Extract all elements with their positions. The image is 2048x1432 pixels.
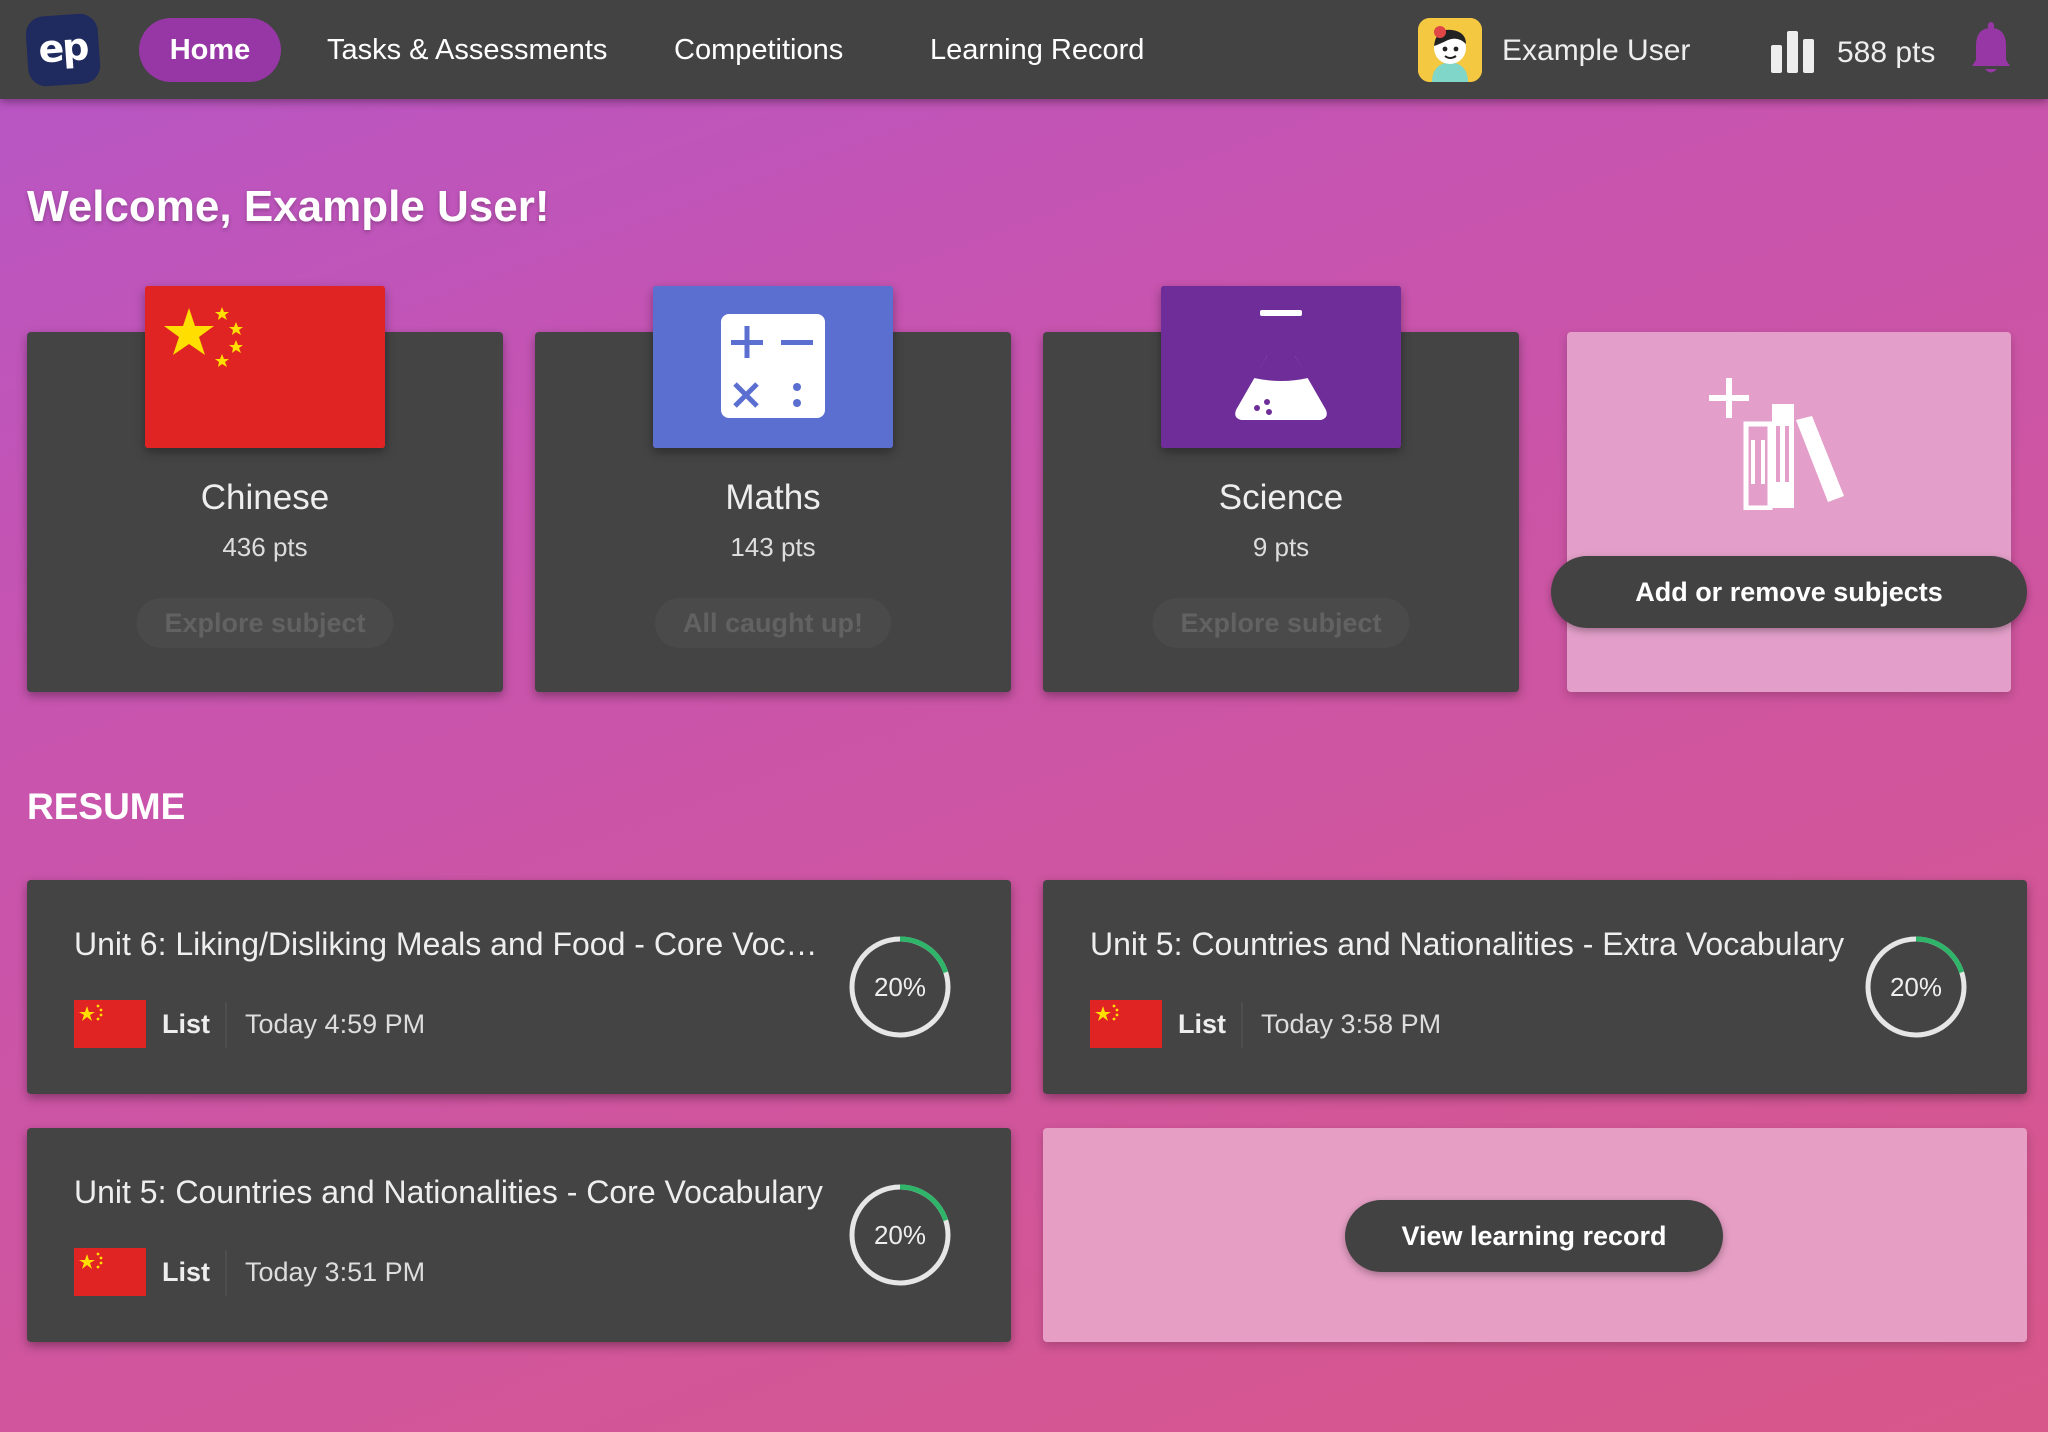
subject-name: Maths: [725, 478, 821, 517]
resume-item-title: Unit 6: Liking/Disliking Meals and Food …: [74, 926, 834, 962]
logo-text: ep: [36, 24, 89, 72]
subject-name: Chinese: [200, 478, 330, 517]
add-books-icon[interactable]: [1708, 378, 1852, 511]
calculator-icon[interactable]: [653, 286, 893, 448]
china-flag-icon: [74, 1248, 146, 1296]
subject-points: 143 pts: [730, 532, 816, 562]
flask-icon[interactable]: [1161, 286, 1401, 448]
china-flag-icon[interactable]: [145, 286, 385, 448]
add-remove-subjects-button[interactable]: Add or remove subjects: [1551, 556, 2027, 628]
bell-icon[interactable]: [1970, 22, 2012, 76]
explore-subject-button[interactable]: Explore subject: [136, 598, 394, 648]
divider: [1241, 1002, 1243, 1048]
total-points: 588 pts: [1837, 36, 1936, 69]
nav-learning-record[interactable]: Learning Record: [930, 18, 1144, 82]
resume-item-time: Today 3:58 PM: [1261, 1009, 1442, 1039]
cartoon-avatar-icon[interactable]: [1418, 18, 1482, 82]
progress-percent: 20%: [1889, 972, 1943, 1002]
resume-item-title: Unit 5: Countries and Nationalities - Ex…: [1090, 926, 1845, 962]
resume-item-title: Unit 5: Countries and Nationalities - Co…: [74, 1174, 823, 1210]
view-learning-record-button[interactable]: View learning record: [1345, 1200, 1723, 1272]
user-name[interactable]: Example User: [1502, 18, 1690, 84]
china-flag-icon: [74, 1000, 146, 1048]
all-caught-up-button[interactable]: All caught up!: [655, 598, 891, 648]
bar-chart-icon[interactable]: [1771, 27, 1815, 73]
resume-item-time: Today 4:59 PM: [245, 1009, 426, 1039]
subject-points: 436 pts: [222, 532, 308, 562]
progress-percent: 20%: [873, 1220, 927, 1250]
resume-item[interactable]: Unit 5: Countries and Nationalities - Ex…: [1043, 880, 2027, 1094]
china-flag-icon: [1090, 1000, 1162, 1048]
nav-tasks-assessments[interactable]: Tasks & Assessments: [327, 18, 607, 82]
resume-item-type: List: [162, 1257, 211, 1287]
resume-item[interactable]: Unit 6: Liking/Disliking Meals and Food …: [27, 880, 1011, 1094]
top-navigation-bar: ep Home Tasks & Assessments Competitions…: [0, 0, 2048, 99]
subject-points: 9 pts: [1252, 532, 1310, 562]
progress-percent: 20%: [873, 972, 927, 1002]
resume-heading: RESUME: [27, 786, 186, 827]
divider: [225, 1002, 227, 1048]
resume-item-type: List: [162, 1009, 211, 1039]
welcome-heading: Welcome, Example User!: [27, 182, 550, 231]
resume-item-type: List: [1178, 1009, 1227, 1039]
subject-name: Science: [1218, 478, 1344, 517]
resume-item-time: Today 3:51 PM: [245, 1257, 426, 1287]
nav-competitions[interactable]: Competitions: [674, 18, 843, 82]
explore-subject-button[interactable]: Explore subject: [1152, 598, 1410, 648]
nav-home[interactable]: Home: [139, 18, 281, 82]
resume-item[interactable]: Unit 5: Countries and Nationalities - Co…: [27, 1128, 1011, 1342]
divider: [225, 1250, 227, 1296]
ep-logo[interactable]: ep: [24, 12, 102, 88]
